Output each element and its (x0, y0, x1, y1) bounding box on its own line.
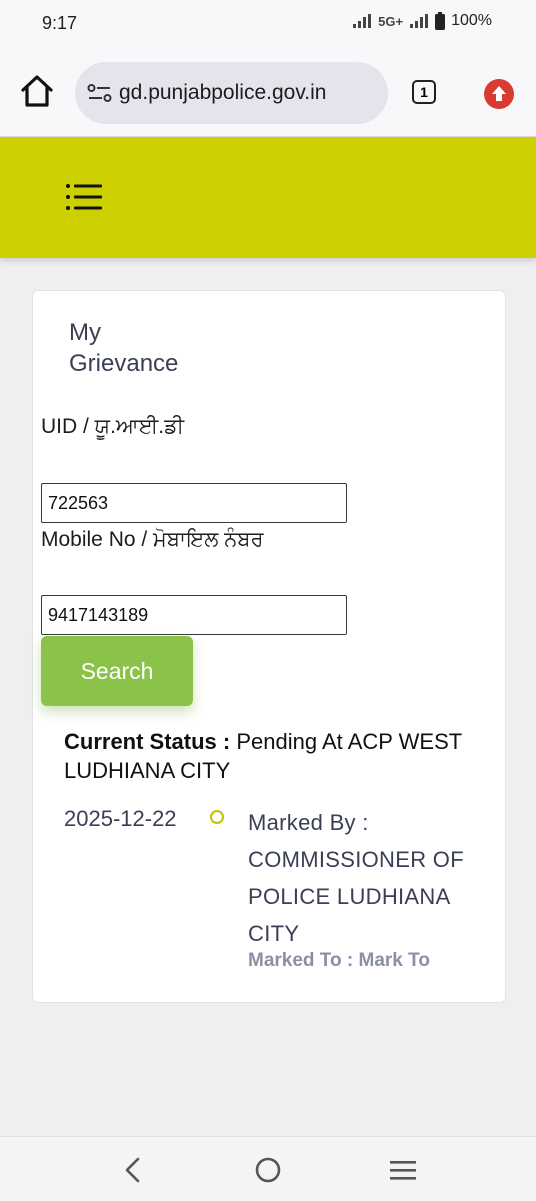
battery-icon (435, 12, 446, 30)
page-title: My Grievance (69, 317, 219, 379)
tab-switcher-button[interactable]: 1 (412, 80, 436, 104)
site-settings-icon[interactable] (87, 82, 113, 104)
site-header (0, 137, 536, 258)
grievance-card: My Grievance UID / ਯੂ.ਆਈ.ਡੀ Mobile No / … (32, 290, 506, 1003)
browser-toolbar: gd.punjabpolice.gov.in 1 (0, 48, 536, 137)
back-icon[interactable] (116, 1153, 150, 1187)
signal-icon (353, 14, 372, 28)
mobile-input[interactable] (41, 595, 347, 635)
uid-label: UID / ਯੂ.ਆਈ.ਡੀ (41, 415, 185, 438)
arrow-up-icon (492, 86, 506, 101)
status-time: 9:17 (42, 13, 78, 33)
battery-level: 100% (451, 12, 492, 29)
uid-input[interactable] (41, 483, 347, 523)
home-icon[interactable] (18, 72, 56, 110)
title-line-1: My (69, 319, 101, 346)
timeline-date: 2025-12-22 (64, 806, 177, 831)
current-status-label: Current Status : (64, 729, 231, 754)
timeline-dot-icon (210, 810, 224, 824)
network-type: 5G+ (378, 13, 404, 29)
home-circle-icon[interactable] (251, 1153, 285, 1187)
system-nav-bar (0, 1136, 536, 1201)
update-button[interactable] (484, 79, 514, 109)
status-icons: 5G+ 100% (352, 12, 492, 30)
mobile-label: Mobile No / ਮੋਬਾਇਲ ਨੰਬਰ (41, 528, 264, 551)
status-bar: 9:17 5G+ 100% (0, 0, 536, 48)
signal-icon-2 (410, 14, 429, 28)
title-line-2: Grievance (69, 350, 179, 377)
url-text: gd.punjabpolice.gov.in (119, 81, 327, 104)
current-status: Current Status : Pending At ACP WEST LUD… (64, 727, 464, 785)
recents-icon[interactable] (386, 1153, 420, 1187)
menu-list-icon[interactable] (64, 181, 104, 213)
address-bar[interactable]: gd.punjabpolice.gov.in (75, 62, 388, 124)
timeline-marked-to: Marked To : Mark To (248, 950, 430, 971)
timeline-marked-by: Marked By : COMMISSIONER OF POLICE LUDHI… (248, 810, 464, 946)
search-button[interactable]: Search (41, 636, 193, 706)
